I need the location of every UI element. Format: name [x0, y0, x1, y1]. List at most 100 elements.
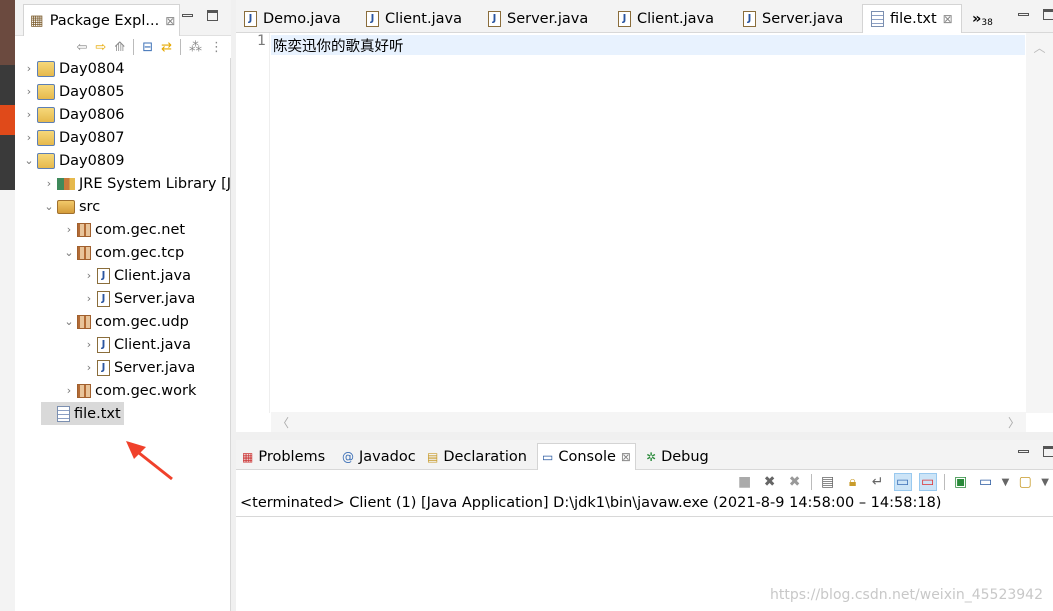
editor-tab[interactable]: file.txt ⊠: [862, 4, 962, 33]
close-icon[interactable]: ⊠: [621, 450, 631, 464]
clear-console-icon[interactable]: ▤: [819, 473, 837, 491]
java-file-icon: J: [244, 10, 257, 27]
remove-all-terminated-icon[interactable]: ✖: [786, 473, 804, 491]
minimize-icon[interactable]: [1018, 13, 1029, 16]
chevron-down-icon[interactable]: ⌄: [41, 200, 57, 213]
editor-tab[interactable]: J Demo.java: [236, 4, 349, 33]
editor-tab[interactable]: J Server.java: [735, 4, 851, 33]
chevron-right-icon[interactable]: ›: [81, 361, 97, 374]
editor-tab[interactable]: J Server.java: [480, 4, 596, 33]
tree-item[interactable]: ⌄ src: [41, 195, 100, 218]
tree-item[interactable]: › Day0804: [21, 57, 125, 80]
chevron-right-icon[interactable]: ›: [21, 108, 37, 121]
tree-item[interactable]: › com.gec.net: [61, 218, 185, 241]
source-folder-icon: [57, 199, 75, 214]
forward-icon[interactable]: ⇨: [95, 40, 106, 55]
java-file-icon: J: [743, 10, 756, 27]
pin-console-icon[interactable]: ▣: [952, 473, 970, 491]
tree-item[interactable]: › JRE System Library [J: [41, 172, 231, 195]
dropdown-icon[interactable]: ▼: [1041, 477, 1049, 488]
chevron-down-icon[interactable]: ⌄: [61, 315, 77, 328]
scroll-right-icon[interactable]: 〉: [1008, 414, 1020, 431]
problems-icon: ▦: [242, 449, 254, 464]
watermark: https://blog.csdn.net/weixin_45523942: [769, 587, 1043, 603]
tab-label: Server.java: [507, 10, 589, 27]
tree-item[interactable]: › com.gec.work: [61, 379, 197, 402]
up-icon[interactable]: ⟰: [114, 40, 125, 55]
chevron-right-icon[interactable]: ›: [21, 131, 37, 144]
chevron-right-icon[interactable]: ›: [81, 269, 97, 282]
divider: [180, 39, 181, 55]
editor-tab[interactable]: J Client.java: [610, 4, 722, 33]
view-menu-icon[interactable]: ⋮: [210, 40, 223, 55]
tree-item-label: Day0806: [59, 106, 125, 123]
tree-item-label: Day0807: [59, 129, 125, 146]
editor-tab[interactable]: J Client.java: [358, 4, 470, 33]
tab-debug[interactable]: ✲ Debug: [642, 443, 713, 470]
tree-item[interactable]: › Day0806: [21, 103, 125, 126]
show-on-stderr-icon[interactable]: ▭: [918, 473, 937, 491]
tree-item[interactable]: › J Server.java: [81, 287, 195, 310]
tree-item-label: src: [79, 198, 101, 215]
chevron-right-icon[interactable]: ›: [21, 62, 37, 75]
minimize-icon[interactable]: [1018, 450, 1029, 453]
tree-item[interactable]: › J Client.java: [81, 333, 191, 356]
tree-item[interactable]: file.txt: [41, 402, 124, 425]
terminate-icon[interactable]: ■: [736, 473, 754, 491]
tab-label: Client.java: [385, 10, 462, 27]
tab-console[interactable]: ▭ Console ⊠: [537, 443, 636, 470]
tree-item[interactable]: ⌄ com.gec.udp: [61, 310, 189, 333]
remove-launch-icon[interactable]: ✖: [761, 473, 779, 491]
display-console-icon[interactable]: ▭: [977, 473, 995, 491]
tree-item-label: com.gec.udp: [95, 313, 189, 330]
chevron-right-icon[interactable]: ›: [61, 384, 77, 397]
tab-overflow-button[interactable]: » 38: [964, 4, 1001, 33]
tree-item[interactable]: ⌄ Day0809: [21, 149, 125, 172]
chevron-double-right-icon: »: [972, 10, 982, 27]
collapse-all-icon[interactable]: ⊟: [142, 40, 153, 55]
tree-item[interactable]: › J Server.java: [81, 356, 195, 379]
filters-icon[interactable]: ⁂: [189, 40, 202, 55]
close-icon[interactable]: ⊠: [943, 12, 953, 26]
open-console-icon[interactable]: ▢: [1016, 473, 1034, 491]
chevron-right-icon[interactable]: ›: [61, 223, 77, 236]
tab-javadoc[interactable]: @ Javadoc: [338, 443, 420, 470]
chevron-down-icon[interactable]: ⌄: [21, 154, 37, 167]
tree-item-label: Server.java: [114, 290, 196, 307]
package-explorer: ▦ Package Expl... ⊠ ⇦ ⇨ ⟰ ⊟ ⇄ ⁂ ⋮ › Day08…: [15, 0, 231, 611]
close-icon[interactable]: ⊠: [165, 14, 175, 28]
chevron-right-icon[interactable]: ›: [81, 338, 97, 351]
chevron-right-icon[interactable]: ›: [41, 177, 57, 190]
tab-problems[interactable]: ▦ Problems: [238, 443, 329, 470]
chevron-down-icon[interactable]: ⌄: [61, 246, 77, 259]
text-file-icon: [57, 405, 70, 422]
maximize-icon[interactable]: [1043, 446, 1053, 457]
tree-item[interactable]: › Day0805: [21, 80, 125, 103]
scroll-lock-icon[interactable]: 🔒︎: [844, 473, 862, 491]
dropdown-icon[interactable]: ▼: [1002, 477, 1010, 488]
tab-label: Problems: [258, 448, 326, 465]
horizontal-scrollbar[interactable]: 〈 〉: [271, 412, 1026, 432]
tree-item[interactable]: ⌄ com.gec.tcp: [61, 241, 184, 264]
maximize-icon[interactable]: [207, 10, 218, 21]
package-explorer-tab[interactable]: ▦ Package Expl... ⊠: [23, 4, 180, 36]
vertical-scrollbar[interactable]: ︿: [1026, 33, 1053, 413]
tree-item[interactable]: › J Client.java: [81, 264, 191, 287]
overflow-count: 38: [981, 17, 993, 28]
scroll-up-icon[interactable]: ︿: [1026, 39, 1053, 56]
minimize-icon[interactable]: [182, 14, 193, 17]
link-with-editor-icon[interactable]: ⇄: [161, 40, 172, 55]
editor-text[interactable]: 陈奕迅你的歌真好听: [271, 35, 1025, 55]
word-wrap-icon[interactable]: ↵: [869, 473, 887, 491]
show-on-stdout-icon[interactable]: ▭: [893, 473, 912, 491]
tree-item-label: com.gec.net: [95, 221, 186, 238]
tab-label: file.txt: [890, 11, 937, 27]
chevron-right-icon[interactable]: ›: [81, 292, 97, 305]
back-icon[interactable]: ⇦: [76, 40, 87, 55]
tab-declaration[interactable]: ▤ Declaration: [423, 443, 531, 470]
chevron-right-icon[interactable]: ›: [21, 85, 37, 98]
maximize-icon[interactable]: [1043, 9, 1053, 20]
tab-label: Client.java: [637, 10, 714, 27]
scroll-left-icon[interactable]: 〈: [277, 414, 289, 431]
tree-item[interactable]: › Day0807: [21, 126, 125, 149]
